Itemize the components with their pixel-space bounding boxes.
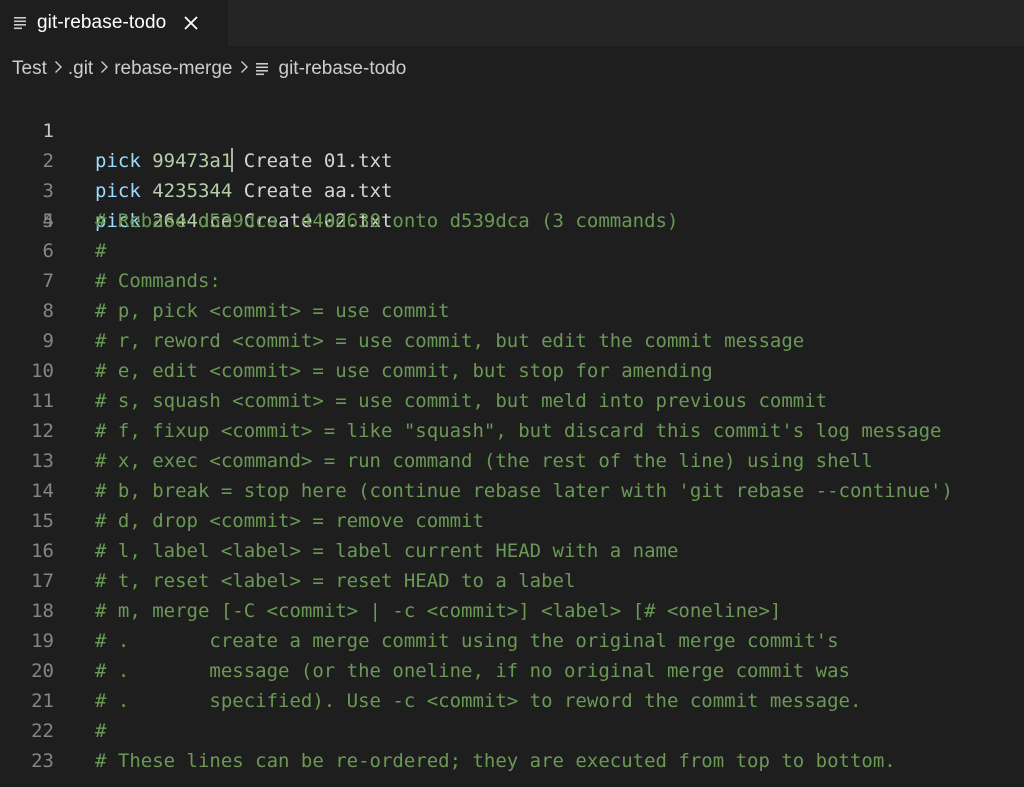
lines-file-icon [255, 63, 268, 76]
line-number: 10 [31, 360, 54, 382]
line-number: 8 [42, 300, 54, 322]
comment-text: # [95, 720, 107, 742]
comment-text: # l, label <label> = label current HEAD … [95, 540, 679, 562]
comment-text: # f, fixup <commit> = like "squash", but… [95, 420, 942, 442]
comment-text: # These lines can be re-ordered; they ar… [95, 750, 896, 772]
code-line-9[interactable]: 9 # r, reword <commit> = use commit, but … [0, 326, 1024, 356]
line-number: 23 [31, 750, 54, 772]
comment-text: # b, break = stop here (continue rebase … [95, 480, 953, 502]
comment-text: # r, reword <commit> = use commit, but e… [95, 330, 805, 352]
chevron-right-icon [240, 60, 249, 79]
code-line-17[interactable]: 17 # t, reset <label> = reset HEAD to a l… [0, 566, 1024, 596]
line-number: 5 [42, 210, 54, 232]
code-line-14[interactable]: 14 # b, break = stop here (continue rebas… [0, 476, 1024, 506]
code-line-5[interactable]: 5 # Rebase d539dca..449d630 onto d539dca … [0, 206, 1024, 236]
code-line-8[interactable]: 8 # p, pick <commit> = use commit [0, 296, 1024, 326]
code-line-11[interactable]: 11 # s, squash <commit> = use commit, but… [0, 386, 1024, 416]
comment-text: # . message (or the oneline, if no origi… [95, 660, 850, 682]
line-number: 12 [31, 420, 54, 442]
comment-text: # m, merge [-C <commit> | -c <commit>] <… [95, 600, 782, 622]
code-line-13[interactable]: 13 # x, exec <command> = run command (the… [0, 446, 1024, 476]
line-number: 18 [31, 600, 54, 622]
line-number: 14 [31, 480, 54, 502]
comment-text: # Commands: [95, 270, 221, 292]
line-number: 15 [31, 510, 54, 532]
comment-text: # x, exec <command> = run command (the r… [95, 450, 873, 472]
comment-text: # e, edit <commit> = use commit, but sto… [95, 360, 713, 382]
line-number: 16 [31, 540, 54, 562]
line-number: 19 [31, 630, 54, 652]
line-number: 6 [42, 240, 54, 262]
breadcrumb-item-git-rebase-todo[interactable]: git-rebase-todo [279, 58, 407, 80]
code-line-3[interactable]: 3 pick 2644dce Create 02.txt [0, 146, 1024, 232]
code-line-7[interactable]: 7 # Commands: [0, 266, 1024, 296]
code-line-15[interactable]: 15 # d, drop <commit> = remove commit [0, 506, 1024, 536]
breadcrumb-item-rebase-merge[interactable]: rebase-merge [114, 58, 232, 80]
code-line-19[interactable]: 19 # . create a merge commit using the or… [0, 626, 1024, 656]
code-line-23[interactable]: 23 # These lines can be re-ordered; they … [0, 746, 1024, 776]
comment-text: # s, squash <commit> = use commit, but m… [95, 390, 828, 412]
code-line-10[interactable]: 10 # e, edit <commit> = use commit, but s… [0, 356, 1024, 386]
code-line-6[interactable]: 6 # [0, 236, 1024, 266]
comment-text: # p, pick <commit> = use commit [95, 300, 450, 322]
tab-label: git-rebase-todo [37, 12, 167, 33]
comment-text: # t, reset <label> = reset HEAD to a lab… [95, 570, 576, 592]
breadcrumb: Test .git rebase-merge git-rebase-todo [0, 50, 406, 88]
line-number: 11 [31, 390, 54, 412]
code-line-22[interactable]: 22 # [0, 716, 1024, 746]
lines-file-icon [14, 17, 26, 30]
tab-git-rebase-todo[interactable]: git-rebase-todo [0, 0, 228, 46]
code-line-18[interactable]: 18 # m, merge [-C <commit> | -c <commit>]… [0, 596, 1024, 626]
code-line-4[interactable]: 4 [0, 176, 1024, 232]
close-icon [184, 16, 198, 30]
line-number: 7 [42, 270, 54, 292]
line-number: 13 [31, 450, 54, 472]
comment-text: # . create a merge commit using the orig… [95, 630, 839, 652]
comment-text: # Rebase d539dca..449d630 onto d539dca (… [95, 210, 679, 232]
breadcrumb-item-git[interactable]: .git [68, 58, 93, 80]
line-number: 17 [31, 570, 54, 592]
code-editor[interactable]: 1 pick 99473a1 Create 01.txt 2 pick 4235… [0, 86, 1024, 787]
code-line-21[interactable]: 21 # . specified). Use -c <commit> to rew… [0, 686, 1024, 716]
code-line-20[interactable]: 20 # . message (or the oneline, if no ori… [0, 656, 1024, 686]
chevron-right-icon [54, 60, 63, 79]
line-number: 20 [31, 660, 54, 682]
close-tab-button[interactable] [180, 12, 202, 34]
line-number: 21 [31, 690, 54, 712]
code-line-16[interactable]: 16 # l, label <label> = label current HEA… [0, 536, 1024, 566]
tab-bar: git-rebase-todo [0, 0, 1024, 46]
line-number: 9 [42, 330, 54, 352]
breadcrumb-item-test[interactable]: Test [12, 58, 47, 80]
code-line-2[interactable]: 2 pick 4235344 Create aa.txt [0, 116, 1024, 202]
line-number: 22 [31, 720, 54, 742]
code-line-1[interactable]: 1 pick 99473a1 Create 01.txt [0, 86, 1024, 172]
chevron-right-icon [100, 60, 109, 79]
comment-text: # d, drop <commit> = remove commit [95, 510, 484, 532]
comment-text: # [95, 240, 107, 262]
code-line-12[interactable]: 12 # f, fixup <commit> = like "squash", b… [0, 416, 1024, 446]
comment-text: # . specified). Use -c <commit> to rewor… [95, 690, 862, 712]
